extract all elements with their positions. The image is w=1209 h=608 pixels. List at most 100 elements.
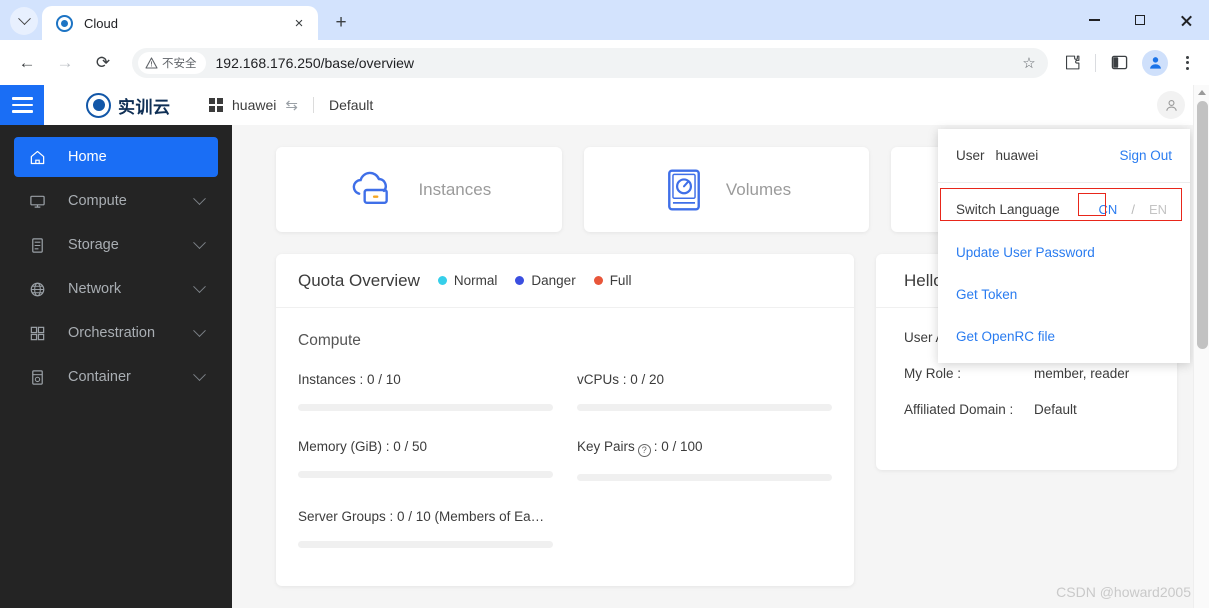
toolbar-divider (1095, 53, 1096, 72)
scroll-up-button[interactable] (1194, 85, 1209, 99)
user-menu-header: User huawei Sign Out (938, 129, 1190, 183)
quota-title: Quota Overview (298, 270, 420, 290)
disk-icon (667, 168, 700, 211)
sidebar-item-compute[interactable]: Compute (14, 181, 218, 221)
sidebar: Home Compute Storage Network Orchestrati… (0, 125, 232, 608)
legend-dot-danger (515, 276, 525, 285)
project-selector[interactable]: huawei ⇆ Default (208, 96, 373, 114)
sidebar-item-label: Compute (68, 193, 127, 209)
quota-progress-bar (298, 540, 553, 548)
quota-item-instances: Instances : 0 / 10 (298, 372, 553, 411)
chevron-down-icon (17, 11, 31, 25)
warning-triangle-icon (145, 56, 158, 69)
quota-grid: Instances : 0 / 10 vCPUs : 0 / 20 Memory… (298, 372, 832, 576)
minimize-icon (1088, 19, 1100, 21)
get-openrc-file-link[interactable]: Get OpenRC file (938, 315, 1190, 357)
quota-item-label: vCPUs : 0 / 20 (577, 372, 665, 387)
extensions-button[interactable] (1057, 48, 1087, 78)
extensions-icon (1065, 55, 1079, 70)
user-avatar-button[interactable] (1157, 91, 1185, 119)
forward-button[interactable]: → (50, 48, 80, 78)
sidebar-item-orchestration[interactable]: Orchestration (14, 313, 218, 353)
sidebar-item-label: Network (68, 281, 122, 297)
info-row-affiliated-domain: Affiliated Domain : Default (904, 402, 1149, 417)
language-option-cn[interactable]: CN (1094, 200, 1123, 219)
language-option-en[interactable]: EN (1144, 200, 1172, 219)
shortcut-card-volumes[interactable]: Volumes (583, 147, 870, 232)
page-viewport: 实训云 huawei ⇆ Default Home Compute Storag… (0, 85, 1209, 608)
info-key: Affiliated Domain : (904, 402, 1014, 417)
chevron-down-icon[interactable] (193, 235, 206, 249)
quota-progress-bar (298, 404, 553, 411)
star-icon[interactable]: ☆ (1016, 50, 1042, 76)
watermark: CSDN @howard2005 (1056, 584, 1191, 600)
kebab-menu-icon[interactable] (1173, 48, 1201, 78)
container-icon (28, 369, 46, 386)
brand-logo: 实训云 (86, 92, 171, 118)
sidebar-item-network[interactable]: Network (14, 269, 218, 309)
quota-item-server-groups: Server Groups : 0 / 10 (Members of Ea… (298, 509, 553, 548)
profile-button[interactable] (1142, 49, 1168, 76)
new-tab-button[interactable]: + (326, 7, 356, 37)
quota-section-title: Compute (298, 332, 361, 349)
shortcut-card-instances[interactable]: Instances (276, 147, 562, 232)
tab-search-button[interactable] (10, 7, 38, 35)
quota-item-vcpus: vCPUs : 0 / 20 (577, 372, 832, 411)
get-token-link[interactable]: Get Token (938, 273, 1190, 315)
update-user-password-link[interactable]: Update User Password (938, 231, 1190, 273)
caret-up-icon (1197, 89, 1206, 95)
home-icon (28, 149, 46, 166)
profile-avatar-icon (1149, 57, 1161, 69)
sidebar-item-container[interactable]: Container (14, 357, 218, 397)
globe-icon (28, 281, 46, 298)
minimize-button[interactable] (1071, 0, 1117, 40)
quota-item-label: Instances : 0 / 10 (298, 372, 401, 387)
back-button[interactable]: ← (12, 48, 42, 78)
brand-title: 实训云 (118, 97, 171, 117)
quota-item-label: Key Pairs (577, 439, 635, 454)
sidebar-item-home[interactable]: Home (14, 137, 218, 177)
quota-overview-card: Quota Overview Normal Danger Full Comput… (276, 254, 854, 586)
address-bar[interactable]: 不安全 192.168.176.250/base/overview ☆ (132, 47, 1048, 78)
maximize-button[interactable] (1117, 0, 1163, 40)
browser-window: Cloud × + ← → ⟳ 不安全 192.168.176.250/base… (0, 0, 1209, 608)
chevron-down-icon[interactable] (193, 191, 206, 205)
shortcut-card-label: Volumes (725, 179, 792, 199)
chevron-down-icon[interactable] (193, 367, 206, 381)
sidebar-item-storage[interactable]: Storage (14, 225, 218, 265)
help-icon[interactable]: ? (637, 443, 651, 457)
reload-button[interactable]: ⟳ (88, 48, 118, 78)
sidebar-item-label: Storage (68, 237, 119, 253)
project-name: huawei (232, 97, 277, 113)
close-window-button[interactable] (1163, 0, 1209, 40)
scrollbar-thumb[interactable] (1197, 101, 1208, 349)
page-scrollbar[interactable] (1193, 85, 1209, 608)
quota-header: Quota Overview Normal Danger Full (276, 254, 854, 308)
sidebar-item-label: Orchestration (68, 325, 156, 341)
quota-progress-bar (577, 404, 832, 411)
app-header: 实训云 huawei ⇆ Default (0, 85, 1209, 125)
chevron-down-icon[interactable] (193, 323, 206, 337)
close-icon[interactable]: × (288, 12, 310, 34)
sidebar-item-label: Home (68, 149, 107, 165)
security-status-chip[interactable]: 不安全 (138, 51, 206, 74)
grid-blocks-icon (28, 325, 46, 342)
swap-icon[interactable]: ⇆ (285, 96, 298, 114)
sidebar-item-label: Container (68, 369, 131, 385)
language-separator: / (1131, 201, 1135, 217)
header-divider (312, 97, 314, 113)
switch-language-label: Switch Language (956, 201, 1060, 217)
monitor-icon (28, 193, 46, 210)
language-options: CN / EN (1094, 200, 1172, 219)
legend-danger: Danger (515, 273, 576, 288)
user-label: User (956, 148, 985, 163)
quota-progress-bar (577, 473, 832, 481)
browser-toolbar: ← → ⟳ 不安全 192.168.176.250/base/overview … (0, 40, 1209, 85)
hamburger-icon[interactable] (0, 85, 44, 125)
legend-label: Normal (453, 273, 498, 288)
legend-label: Full (609, 273, 632, 288)
split-view-button[interactable] (1104, 48, 1134, 78)
browser-tab[interactable]: Cloud × (42, 6, 318, 40)
chevron-down-icon[interactable] (193, 279, 206, 293)
sign-out-link[interactable]: Sign Out (1119, 148, 1172, 163)
